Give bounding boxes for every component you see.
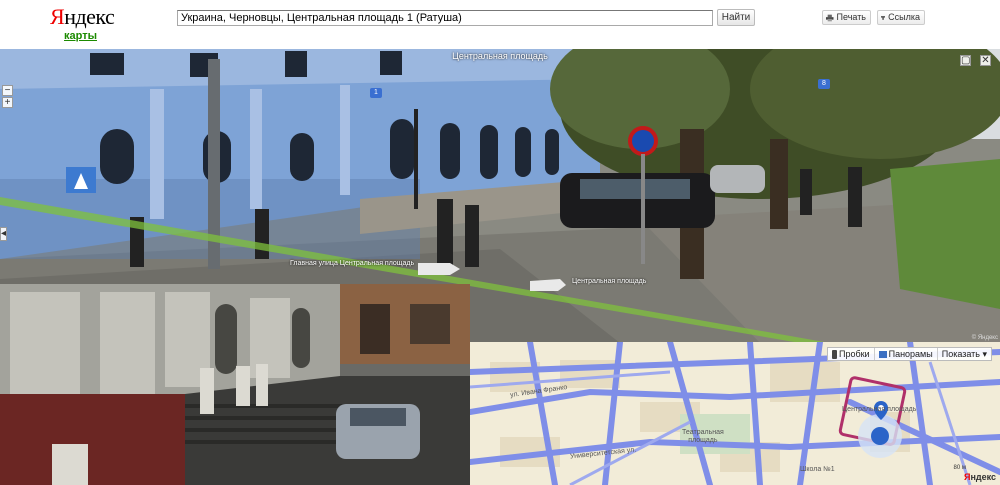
printer-icon — [826, 14, 834, 21]
map-layer-toolbar: Пробки Панорамы Показать ▾ — [826, 347, 992, 361]
panorama-copyright: © Яндекс — [971, 335, 998, 341]
street-label: Школа №1 — [800, 466, 835, 473]
plus-icon: + — [4, 97, 11, 108]
close-icon: ✕ — [981, 55, 990, 66]
yandex-logo[interactable]: Яндекс карты — [50, 4, 115, 44]
house-number-marker[interactable]: 8 — [818, 79, 830, 89]
close-panorama-button[interactable]: ✕ — [980, 55, 991, 66]
top-bar: Яндекс карты Найти Печать Ссылка — [0, 0, 1000, 49]
traffic-label: Пробки — [838, 349, 870, 359]
map-copyright: Яндекс — [963, 472, 996, 482]
street-label: Центральная площадь — [842, 406, 917, 413]
city-map[interactable]: Пробки Панорамы Показать ▾ Театральная п… — [470, 342, 1000, 485]
fullscreen-button[interactable]: ▢ — [960, 55, 971, 66]
search-button[interactable]: Найти — [717, 9, 755, 26]
street-direction-label[interactable]: Центральная площадь — [572, 278, 646, 285]
link-button[interactable]: Ссылка — [877, 10, 925, 25]
historic-photo — [0, 284, 470, 485]
print-label: Печать — [836, 12, 866, 22]
zoom-in-button[interactable]: + — [2, 97, 13, 108]
historic-photo-scene — [0, 284, 470, 485]
panorama-icon — [878, 350, 887, 358]
panoramas-toggle[interactable]: Панорамы — [875, 348, 938, 360]
traffic-light-icon — [831, 349, 837, 359]
print-button[interactable]: Печать — [822, 10, 871, 25]
house-number-marker[interactable]: 1 — [370, 88, 382, 98]
search-input[interactable] — [177, 10, 713, 26]
map-canvas — [470, 342, 1000, 485]
link-icon — [881, 15, 886, 20]
panoramas-label: Панорамы — [888, 349, 933, 359]
panorama-street-label: Центральная площадь — [452, 51, 548, 61]
zoom-out-button[interactable]: − — [2, 85, 13, 96]
arrow-left-icon: ◂ — [1, 228, 7, 239]
pan-left-button[interactable]: ◂ — [0, 227, 7, 241]
link-label: Ссылка — [888, 12, 920, 22]
map-scale: 80 м — [953, 465, 966, 471]
traffic-toggle[interactable]: Пробки — [828, 348, 875, 360]
logo-text: Яндекс — [50, 4, 115, 29]
minus-icon: − — [4, 85, 11, 96]
square-label: Театральная площадь — [682, 429, 724, 444]
show-label: Показать ▾ — [941, 349, 987, 359]
maps-link[interactable]: карты — [64, 30, 97, 42]
fullscreen-icon: ▢ — [961, 55, 971, 66]
street-direction-label[interactable]: Главная улица Центральная площадь — [290, 260, 414, 267]
show-dropdown[interactable]: Показать ▾ — [938, 348, 991, 360]
